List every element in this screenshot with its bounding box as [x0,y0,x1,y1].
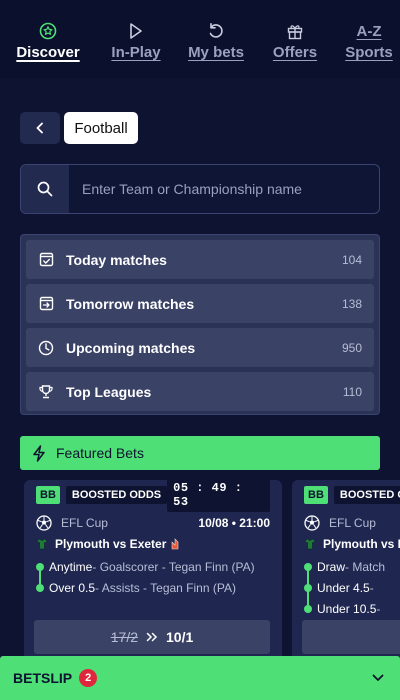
boosted-odds-tag: BOOSTED ODDS [333,486,400,504]
odds-button[interactable]: 17/2 10/1 [34,620,270,654]
match-row: Plymouth vs Exeter [304,536,400,552]
back-button[interactable] [20,112,60,144]
selection-market: Draw [317,559,346,574]
selection-detail: - [376,601,381,616]
category-count: 950 [341,340,362,355]
nav-sports[interactable]: A-Z Sports [334,0,400,78]
match-row: Plymouth vs Exeter [36,536,270,552]
category-top-leagues[interactable]: Top Leagues 110 [26,372,374,411]
double-chevron-right-icon [146,629,158,645]
category-count: 110 [342,384,362,399]
selection-item: Anytime - Goalscorer - Tegan Finn (PA) [36,556,270,577]
competition-name: EFL Cup [329,516,376,530]
selection-item: Over 0.5 - Assists - Tegan Finn (PA) [36,577,270,598]
category-list: Today matches 104 Tomorrow matches 138 U… [20,234,380,415]
undo-arrow-icon [207,21,225,41]
selection-item: Under 4.5 - [304,577,400,598]
selection-list: Anytime - Goalscorer - Tegan Finn (PA) O… [36,556,270,598]
selection-detail: - Match [345,559,386,574]
team-shirt-icon [36,538,48,550]
nav-label: My bets [188,44,244,61]
chevron-down-icon[interactable] [372,674,384,682]
nav-label: Sports [345,44,393,61]
bet-builder-badge: BB [304,486,328,504]
selection-market: Over 0.5 [49,580,96,595]
lightning-icon [32,444,46,462]
nav-discover[interactable]: Discover [0,0,96,78]
search-bar [20,164,380,214]
category-count: 104 [341,252,362,267]
selection-detail: - [369,580,374,595]
boosted-odds-tag: BOOSTED ODDS [65,486,168,504]
competition-row: EFL Cup 10/08 • 21:00 [36,515,270,531]
calendar-check-icon [38,252,54,268]
category-count: 138 [341,296,362,311]
search-icon[interactable] [21,165,69,213]
search-input[interactable] [69,165,379,213]
nav-in-play[interactable]: In-Play [96,0,176,78]
gift-icon [286,21,304,41]
football-icon [36,515,52,531]
nav-label: Offers [272,44,318,61]
featured-bets-header: Featured Bets [20,436,380,470]
odds-button[interactable] [302,620,400,654]
selection-market: Under 10.5 [317,601,377,616]
category-label: Today matches [66,251,167,268]
card-header: BB BOOSTED ODDS 05 : 49 : 53 [36,480,270,512]
play-icon [128,21,144,41]
nav-my-bets[interactable]: My bets [176,0,256,78]
match-name: Plymouth vs Exeter [55,537,167,551]
category-upcoming-matches[interactable]: Upcoming matches 950 [26,328,374,367]
a-z-text: A-Z [356,22,382,40]
nav-offers[interactable]: Offers [256,0,334,78]
category-label: Tomorrow matches [66,295,195,312]
featured-bets-label: Featured Bets [56,445,144,461]
calendar-arrow-icon [38,296,54,312]
category-tomorrow-matches[interactable]: Tomorrow matches 138 [26,284,374,323]
breadcrumb-current[interactable]: Football [64,112,138,144]
selection-detail: - Assists - Tegan Finn (PA) [95,580,236,595]
card-header: BB BOOSTED ODDS [304,485,400,505]
bet-card[interactable]: BB BOOSTED ODDS 05 : 49 : 53 EFL Cup 10/… [24,480,282,680]
betslip-label: BETSLIP [13,670,73,686]
category-label: Top Leagues [66,383,152,400]
bet-builder-badge: BB [36,486,60,504]
category-today-matches[interactable]: Today matches 104 [26,240,374,279]
boosted-odds: 10/1 [166,629,194,645]
chevron-left-icon [35,122,45,134]
selection-connector [39,566,41,587]
match-datetime: 10/08 • 21:00 [198,516,270,530]
category-label: Upcoming matches [66,339,196,356]
old-odds: 17/2 [110,629,138,645]
competition-row: EFL Cup [304,515,400,531]
hot-icon [170,538,180,550]
top-navigation: Discover In-Play My bets Offers A-Z Spor… [0,0,400,78]
competition-name: EFL Cup [61,516,108,530]
selection-connector [307,566,309,608]
star-circle-icon [39,21,57,41]
nav-label: Discover [16,44,80,61]
bet-card[interactable]: BB BOOSTED ODDS EFL Cup Plymouth vs Exet… [292,480,400,680]
selection-list: Draw - Match Under 4.5 - Under 10.5 - [304,556,400,619]
clock-icon [38,340,54,356]
betslip-count-badge: 2 [79,669,98,687]
nav-label: In-Play [111,44,161,61]
selection-item: Draw - Match [304,556,400,577]
betslip-bar[interactable]: BETSLIP 2 [0,656,400,700]
selection-detail: - Goalscorer - Tegan Finn (PA) [92,559,255,574]
countdown-timer: 05 : 49 : 53 [167,480,270,512]
football-icon [304,515,320,531]
team-shirt-icon [304,538,316,550]
match-name: Plymouth vs Exeter [323,537,400,551]
selection-item: Under 10.5 - [304,598,400,619]
selection-market: Anytime [49,559,93,574]
trophy-icon [38,384,54,400]
selection-market: Under 4.5 [317,580,370,595]
